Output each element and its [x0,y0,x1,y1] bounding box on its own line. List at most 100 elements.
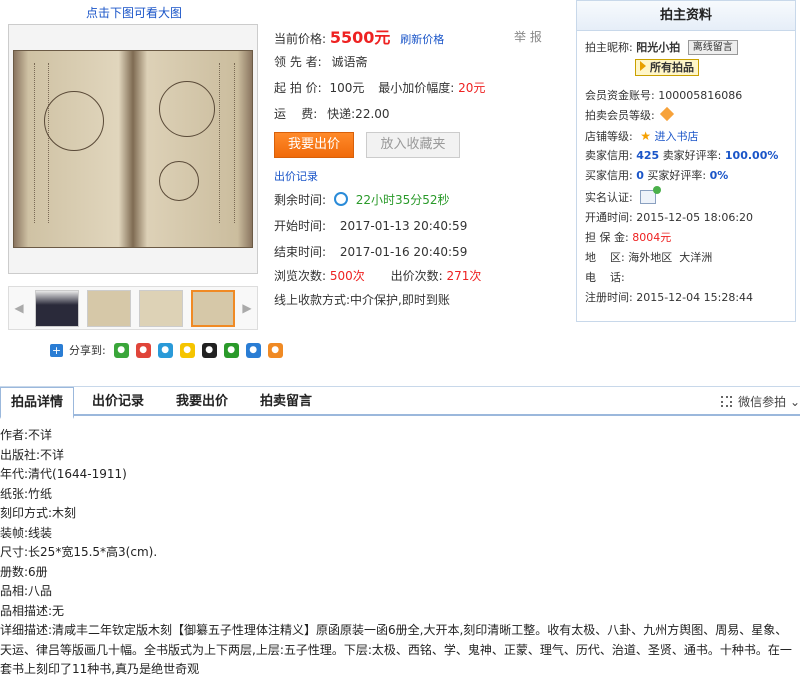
offline-message-button[interactable]: 离线留言 [687,40,738,55]
detail-description: 详细描述:清咸丰二年钦定版木刻【御纂五子性理体注精义】原函原装一函6册全,大开本… [0,623,792,676]
member-level-label: 拍卖会员等级: [585,109,655,122]
min-increment-value: 20元 [458,81,486,95]
arrow-icon [640,61,646,71]
leader-label: 领 先 者: [274,55,322,69]
account-value: 100005816086 [658,89,743,102]
shipping-label: 运 费: [274,107,318,121]
detail-tabs: 拍品详情 出价记录 我要出价 拍卖留言 微信参拍 ⌄ [0,386,800,419]
start-price-label: 起 拍 价: [274,81,322,95]
bid-button[interactable]: 我要出价 [274,132,354,158]
enter-shop-link[interactable]: 进入书店 [654,130,698,143]
seller-rate-value: 100.00% [724,149,779,162]
payment-method: 线上收款方式:中介保护,即时到账 [274,293,450,307]
phone-label: 电 话: [585,271,625,284]
seller-rate-label: 卖家好评率: [662,149,722,162]
add-to-favorites-button[interactable]: 放入收藏夹 [366,132,460,158]
share-bar: + 分享到: ● ● ● ● ● ● ● ● [50,342,286,358]
view-large-image-link[interactable]: 点击下图可看大图 [86,4,182,21]
alarm-clock-icon [333,192,348,206]
tencent-weibo-icon[interactable]: ● [157,342,173,358]
detail-author: 作者:不详 [0,428,53,442]
main-product-image[interactable] [8,24,258,274]
tab-place-bid[interactable]: 我要出价 [176,387,228,417]
min-increment-label: 最小加价幅度: [378,81,455,95]
shipping-value: 快递:22.00 [327,107,390,121]
weibo-icon[interactable]: ● [135,342,151,358]
qr-code-icon [721,396,733,407]
douban-icon[interactable]: ● [223,342,239,358]
bids-value: 271次 [446,269,482,283]
leader-value: 诚语斋 [331,55,368,69]
detail-paper: 纸张:竹纸 [0,486,53,501]
buyer-credit-label: 买家信用: [585,169,633,182]
seller-credit-value: 425 [636,149,660,162]
remaining-time: 22小时35分52秒 [355,193,450,207]
wechat-icon[interactable]: ● [113,342,129,358]
prev-thumb-icon[interactable]: ◀ [13,300,25,316]
start-price-value: 100元 [329,81,365,95]
thumbnail-1[interactable] [35,290,79,327]
start-time-label: 开始时间: [274,219,327,233]
register-time-label: 注册时间: [585,291,633,304]
detail-size: 尺寸:长25*宽15.5*高3(cm). [0,545,158,559]
share-plus-icon[interactable]: + [50,343,63,357]
detail-condition: 品相:八品 [0,584,53,598]
wechat-bid-label: 微信参拍 [738,395,787,409]
next-thumb-icon[interactable]: ▶ [241,300,253,316]
nickname-label: 拍主昵称: [585,41,633,54]
bids-label: 出价次数: [390,269,443,283]
region-label: 地 区: [585,251,625,264]
views-value: 500次 [329,269,365,283]
tab-item-details[interactable]: 拍品详情 [0,387,75,419]
kaixin-icon[interactable]: ● [267,342,283,358]
detail-printing: 刻印方式:木刻 [0,506,77,520]
account-label: 会员资金账号: [585,89,655,102]
price-label: 当前价格: [274,32,327,46]
tab-bid-records[interactable]: 出价记录 [92,387,144,417]
id-verified-icon [640,186,662,204]
detail-condition-desc: 品相描述:无 [0,603,65,618]
verify-label: 实名认证: [585,191,633,204]
buyer-rate-value: 0% [709,169,729,182]
seller-profile-panel: 拍主资料 拍主昵称: 阳光小拍 离线留言 所有拍品 会员资金账号: 100005… [576,0,796,322]
register-time-value: 2015-12-04 15:28:44 [636,291,754,304]
item-details: 作者:不详 出版社:不详 年代:清代(1644-1911) 纸张:竹纸 刻印方式… [0,426,800,680]
detail-publisher: 出版社:不详 [0,447,65,462]
report-link[interactable]: 举 报 [514,28,542,45]
qzone-icon[interactable]: ● [179,342,195,358]
detail-binding: 装帧:线装 [0,525,53,540]
share-label: 分享到: [69,344,106,357]
thumbnail-4[interactable] [191,290,235,327]
book-photo [13,50,253,248]
wechat-bid[interactable]: 微信参拍 ⌄ [721,387,800,417]
buyer-rate-label: 买家好评率: [647,169,707,182]
buyer-credit-value: 0 [636,169,644,182]
remaining-label: 剩余时间: [274,193,327,207]
end-time-value: 2017-01-16 20:40:59 [339,245,468,259]
region-value: 海外地区 大洋洲 [628,251,713,264]
bid-record-link[interactable]: 出价记录 [274,170,318,183]
seller-nickname[interactable]: 阳光小拍 [636,41,680,54]
diamond-icon [660,106,675,122]
all-items-label: 所有拍品 [650,61,694,74]
current-price: 5500元 [329,28,391,47]
thumbnail-3[interactable] [139,290,183,327]
deposit-label: 担 保 金: [585,231,629,244]
refresh-price-link[interactable]: 刷新价格 [400,33,444,46]
tab-messages[interactable]: 拍卖留言 [260,387,312,417]
star-icon: ★ [640,129,651,143]
seller-credit-label: 卖家信用: [585,149,633,162]
open-time-value: 2015-12-05 18:06:20 [636,211,754,224]
views-label: 浏览次数: [274,269,327,283]
renren-icon[interactable]: ● [245,342,261,358]
all-items-button[interactable]: 所有拍品 [635,59,699,76]
open-time-label: 开通时间: [585,211,633,224]
shop-level-label: 店铺等级: [585,130,633,143]
thumbnail-2[interactable] [87,290,131,327]
start-time-value: 2017-01-13 20:40:59 [339,219,468,233]
thumbnail-strip: ◀ ▶ [8,286,258,330]
detail-era: 年代:清代(1644-1911) [0,467,127,481]
seller-panel-title: 拍主资料 [577,1,795,31]
qq-icon[interactable]: ● [201,342,217,358]
chevron-down-icon: ⌄ [789,395,800,409]
